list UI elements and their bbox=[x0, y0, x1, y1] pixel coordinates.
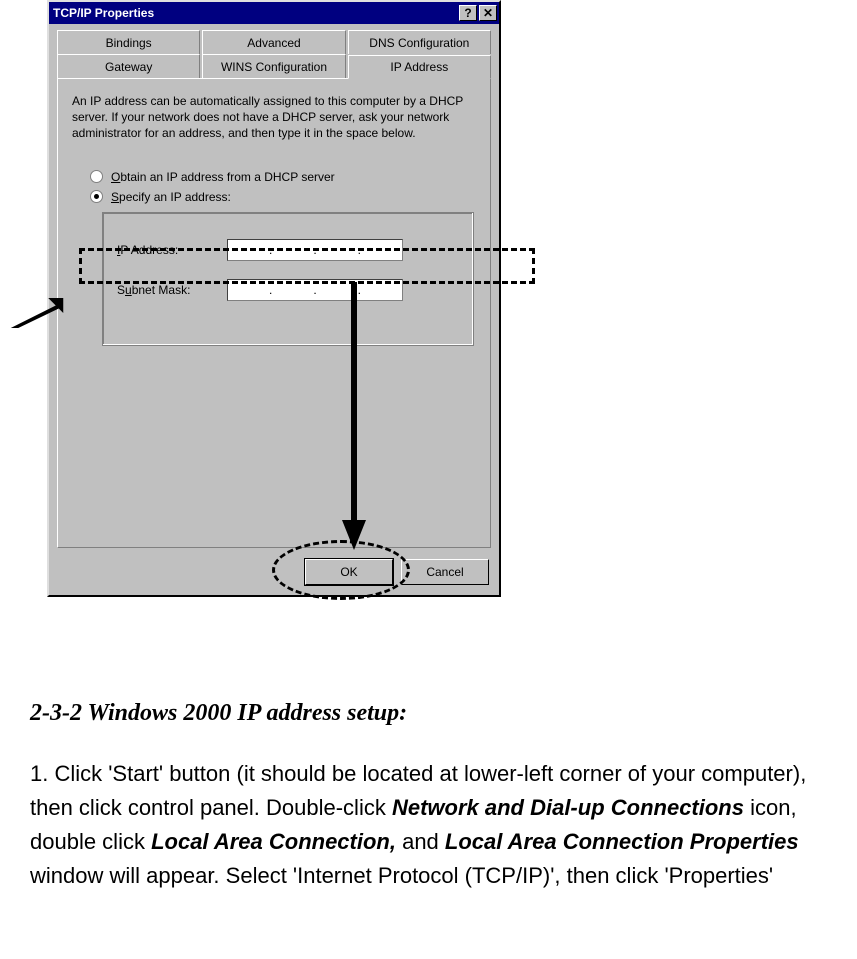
tab-row-front: Gateway WINS Configuration IP Address bbox=[57, 54, 491, 78]
subnet-mask-label: Subnet Mask: bbox=[117, 283, 227, 297]
help-button[interactable]: ? bbox=[459, 5, 477, 21]
ip-dot: . bbox=[313, 243, 316, 257]
radio-icon-selected bbox=[90, 190, 103, 203]
tab-gateway[interactable]: Gateway bbox=[57, 54, 200, 78]
tcpip-properties-dialog: TCP/IP Properties ? ✕ Bindings Advanced … bbox=[47, 0, 501, 597]
close-icon: ✕ bbox=[483, 6, 493, 20]
tab-area: Bindings Advanced DNS Configuration Gate… bbox=[57, 30, 491, 550]
help-icon: ? bbox=[464, 6, 471, 20]
tab-dns-configuration[interactable]: DNS Configuration bbox=[348, 30, 491, 54]
subnet-mask-input[interactable]: . . . bbox=[227, 279, 403, 301]
close-button[interactable]: ✕ bbox=[479, 5, 497, 21]
section-heading: 2-3-2 Windows 2000 IP address setup: bbox=[30, 700, 830, 727]
tab-bindings[interactable]: Bindings bbox=[57, 30, 200, 54]
cancel-button[interactable]: Cancel bbox=[401, 559, 489, 585]
radio-obtain-label: Obtain an IP address from a DHCP server bbox=[111, 170, 335, 184]
instruction-step-1: 1. Click 'Start' button (it should be lo… bbox=[30, 757, 830, 893]
tab-panel-ip-address: An IP address can be automatically assig… bbox=[57, 78, 491, 548]
ip-address-label: IP Address: bbox=[117, 243, 227, 257]
radio-icon bbox=[90, 170, 103, 183]
ip-address-row: IP Address: . . . bbox=[117, 239, 459, 261]
titlebar: TCP/IP Properties ? ✕ bbox=[49, 2, 499, 24]
subnet-mask-row: Subnet Mask: . . . bbox=[117, 279, 459, 301]
ok-button[interactable]: OK bbox=[305, 559, 393, 585]
ip-dot: . bbox=[313, 283, 316, 297]
tab-row-back: Bindings Advanced DNS Configuration bbox=[57, 30, 491, 54]
tab-advanced[interactable]: Advanced bbox=[202, 30, 345, 54]
ip-address-input[interactable]: . . . bbox=[227, 239, 403, 261]
tab-wins-configuration[interactable]: WINS Configuration bbox=[202, 54, 345, 78]
ip-dot: . bbox=[269, 243, 272, 257]
article-body: 2-3-2 Windows 2000 IP address setup: 1. … bbox=[30, 700, 830, 893]
window-title: TCP/IP Properties bbox=[53, 6, 457, 20]
ip-input-group: IP Address: . . . Subnet Mask: . . . bbox=[102, 212, 474, 346]
tab-ip-address[interactable]: IP Address bbox=[348, 55, 491, 79]
radio-obtain-dhcp[interactable]: Obtain an IP address from a DHCP server bbox=[90, 170, 476, 184]
ip-description: An IP address can be automatically assig… bbox=[72, 93, 476, 142]
dialog-buttons: OK Cancel bbox=[305, 559, 489, 585]
ip-dot: . bbox=[358, 283, 361, 297]
radio-specify-label: Specify an IP address: bbox=[111, 190, 231, 204]
ip-dot: . bbox=[358, 243, 361, 257]
radio-specify-ip[interactable]: Specify an IP address: bbox=[90, 190, 476, 204]
ip-dot: . bbox=[269, 283, 272, 297]
